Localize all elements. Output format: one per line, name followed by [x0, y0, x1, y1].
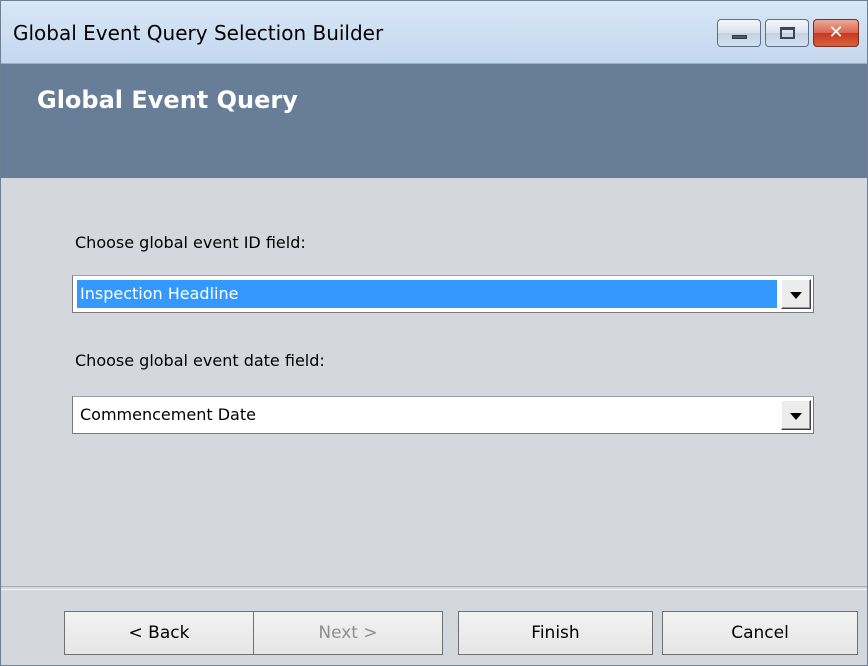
date-field-label: Choose global event date field:: [75, 351, 325, 370]
close-button[interactable]: ✕: [813, 19, 859, 47]
maximize-button[interactable]: [765, 19, 809, 47]
dialog-window: Global Event Query Selection Builder ✕ G…: [0, 0, 868, 666]
date-field-select[interactable]: Commencement Date: [72, 396, 814, 434]
caption-buttons: ✕: [713, 19, 859, 47]
minimize-icon: [732, 35, 747, 39]
date-field-selected-value[interactable]: Commencement Date: [77, 401, 777, 429]
finish-button[interactable]: Finish: [458, 611, 653, 655]
date-field-dropdown-button[interactable]: [781, 400, 811, 430]
minimize-button[interactable]: [717, 19, 761, 47]
chevron-down-icon: [790, 413, 802, 420]
page-title: Global Event Query: [37, 86, 298, 114]
maximize-icon: [780, 27, 795, 39]
close-icon: ✕: [828, 22, 844, 43]
footer-divider: [1, 586, 867, 590]
form-area: Choose global event ID field: Inspection…: [1, 178, 867, 586]
id-field-select[interactable]: Inspection Headline: [72, 275, 814, 313]
id-field-selected-value[interactable]: Inspection Headline: [77, 280, 777, 308]
cancel-button[interactable]: Cancel: [662, 611, 858, 655]
id-field-dropdown-button[interactable]: [781, 279, 811, 309]
chevron-down-icon: [790, 292, 802, 299]
back-button[interactable]: < Back: [64, 611, 254, 655]
window-title: Global Event Query Selection Builder: [13, 21, 384, 45]
header-banner: Global Event Query: [1, 64, 867, 178]
next-button[interactable]: Next >: [253, 611, 443, 655]
id-field-label: Choose global event ID field:: [75, 233, 306, 252]
title-bar[interactable]: Global Event Query Selection Builder ✕: [1, 1, 867, 64]
